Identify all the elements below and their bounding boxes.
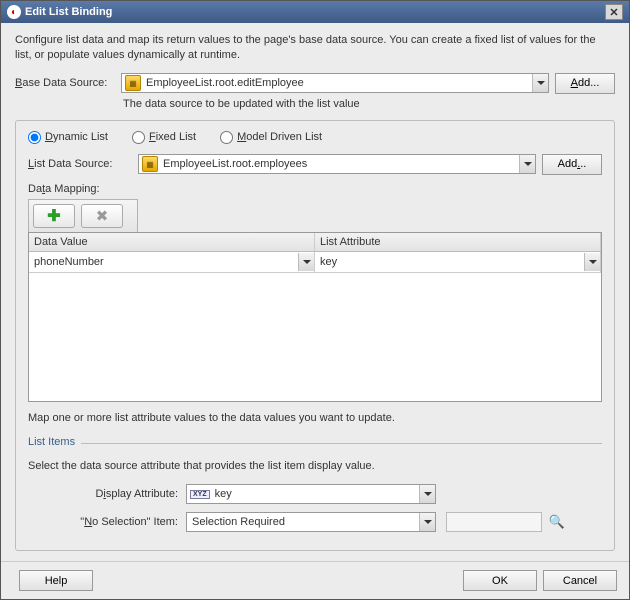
chevron-down-icon <box>519 155 535 173</box>
list-data-source-row: List Data Source: ▦ EmployeeList.root.em… <box>28 154 602 175</box>
radio-fixed-input[interactable] <box>132 131 145 144</box>
display-attribute-combo[interactable]: XYZ key <box>186 484 436 504</box>
radio-dynamic-list[interactable]: Dynamic List <box>28 131 108 144</box>
no-selection-row: "No Selection" Item: Selection Required … <box>28 512 602 532</box>
radio-fixed-list[interactable]: Fixed List <box>132 131 196 144</box>
display-attribute-row: Display Attribute: XYZ key <box>28 484 602 504</box>
cell-list-attribute: key <box>315 252 601 272</box>
data-mapping-label: Data Mapping: <box>28 183 602 195</box>
mapping-toolbar: ✚ ✖ <box>28 199 138 232</box>
app-icon: ◐ <box>7 5 21 19</box>
close-button[interactable]: ✕ <box>605 4 623 20</box>
list-type-radios: Dynamic List Fixed List Model Driven Lis… <box>28 131 602 144</box>
table-row: phoneNumber key <box>29 252 601 273</box>
dialog-description: Configure list data and map its return v… <box>15 33 615 63</box>
remove-mapping-button[interactable]: ✖ <box>81 204 123 228</box>
base-data-source-combo[interactable]: ▦ EmployeeList.root.editEmployee <box>121 73 549 93</box>
dialog-title: Edit List Binding <box>25 6 112 18</box>
attribute-icon: XYZ <box>190 490 210 499</box>
chevron-down-icon <box>419 513 435 531</box>
col-list-attribute: List Attribute <box>315 233 601 251</box>
chevron-down-icon <box>298 253 314 271</box>
plus-icon: ✚ <box>47 206 60 226</box>
mapping-table: Data Value List Attribute phoneNumber ke… <box>28 232 602 402</box>
no-selection-text-field <box>446 512 542 532</box>
radio-dynamic-input[interactable] <box>28 131 41 144</box>
no-selection-value: Selection Required <box>187 516 419 528</box>
radio-model-input[interactable] <box>220 131 233 144</box>
radio-model-driven-list[interactable]: Model Driven List <box>220 131 322 144</box>
base-data-source-row: Base Data Source: ▦ EmployeeList.root.ed… <box>15 73 615 94</box>
radio-model-label: Model Driven List <box>237 131 322 143</box>
display-attribute-label: Display Attribute: <box>28 488 178 500</box>
list-data-source-value: EmployeeList.root.employees <box>161 158 519 170</box>
mapping-table-header: Data Value List Attribute <box>29 233 601 252</box>
edit-list-binding-dialog: ◐ Edit List Binding ✕ Configure list dat… <box>0 0 630 600</box>
dialog-footer: Help OK Cancel <box>1 561 629 599</box>
radio-dynamic-label: Dynamic List <box>45 131 108 143</box>
search-button[interactable]: 🔍 <box>546 512 568 532</box>
data-value-combo[interactable]: phoneNumber <box>29 252 314 272</box>
dialog-content: Configure list data and map its return v… <box>1 23 629 561</box>
data-value-text: phoneNumber <box>29 256 298 268</box>
x-icon: ✖ <box>96 207 109 225</box>
list-attribute-text: key <box>315 256 584 268</box>
chevron-down-icon <box>584 253 600 271</box>
search-icon: 🔍 <box>549 514 565 530</box>
chevron-down-icon <box>419 485 435 503</box>
list-add-button[interactable]: Add... <box>542 154 602 175</box>
list-items-description: Select the data source attribute that pr… <box>28 460 602 472</box>
mapping-hint: Map one or more list attribute values to… <box>28 412 602 424</box>
ok-button[interactable]: OK <box>463 570 537 591</box>
base-data-source-value: EmployeeList.root.editEmployee <box>144 77 532 89</box>
help-button[interactable]: Help <box>19 570 93 591</box>
base-data-source-hint: The data source to be updated with the l… <box>123 98 615 110</box>
cancel-button[interactable]: Cancel <box>543 570 617 591</box>
datasource-icon: ▦ <box>125 75 141 91</box>
list-data-source-combo[interactable]: ▦ EmployeeList.root.employees <box>138 154 536 174</box>
datasource-icon: ▦ <box>142 156 158 172</box>
list-attribute-combo[interactable]: key <box>315 252 600 272</box>
col-data-value: Data Value <box>29 233 315 251</box>
chevron-down-icon <box>532 74 548 92</box>
list-config-group: Dynamic List Fixed List Model Driven Lis… <box>15 120 615 551</box>
title-bar: ◐ Edit List Binding ✕ <box>1 1 629 23</box>
list-data-source-label: List Data Source: <box>28 158 132 170</box>
radio-fixed-label: Fixed List <box>149 131 196 143</box>
no-selection-combo[interactable]: Selection Required <box>186 512 436 532</box>
cell-data-value: phoneNumber <box>29 252 315 272</box>
base-add-button[interactable]: Add... <box>555 73 615 94</box>
add-mapping-button[interactable]: ✚ <box>33 204 75 228</box>
base-data-source-label: Base Data Source: <box>15 77 115 89</box>
no-selection-label: "No Selection" Item: <box>28 516 178 528</box>
display-attribute-value: key <box>213 488 419 500</box>
list-items-section-title: List Items <box>28 430 602 444</box>
